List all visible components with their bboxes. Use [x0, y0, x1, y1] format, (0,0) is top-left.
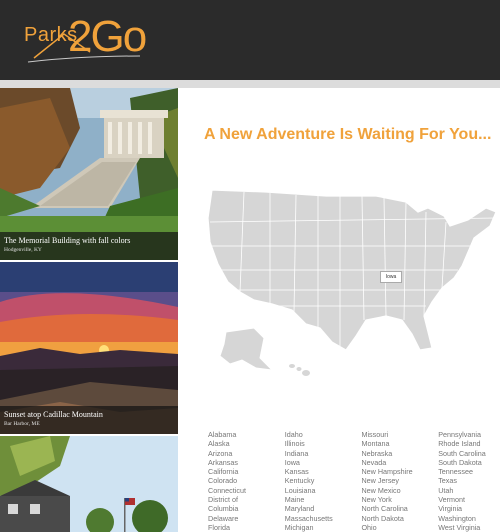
state-link[interactable]: Kansas: [285, 467, 362, 476]
state-column: Idaho Illinois Indiana Iowa Kansas Kentu…: [285, 430, 362, 532]
state-link[interactable]: Rhode Island: [438, 439, 498, 448]
state-link[interactable]: Utah: [438, 486, 498, 495]
state-link[interactable]: New Mexico: [361, 486, 438, 495]
main-content: A New Adventure Is Waiting For You... Io…: [180, 88, 500, 532]
state-link[interactable]: North Dakota: [361, 514, 438, 523]
state-link[interactable]: Florida: [208, 523, 285, 532]
state-link[interactable]: Montana: [361, 439, 438, 448]
state-link[interactable]: Pennsylvania: [438, 430, 498, 439]
state-link[interactable]: Ohio: [361, 523, 438, 532]
state-link[interactable]: Iowa: [285, 458, 362, 467]
photo-caption-title: Sunset atop Cadillac Mountain: [4, 410, 103, 419]
photo-caption-location: Bar Harbor, ME: [4, 421, 40, 427]
photo-caption-title: The Memorial Building with fall colors: [4, 236, 131, 245]
state-link[interactable]: District of: [208, 495, 285, 504]
state-link[interactable]: Columbia: [208, 504, 285, 513]
photo-card-cadillac-mountain[interactable]: Sunset atop Cadillac Mountain Bar Harbor…: [0, 262, 178, 434]
state-link[interactable]: Colorado: [208, 476, 285, 485]
state-link[interactable]: Arkansas: [208, 458, 285, 467]
header-divider: [0, 80, 500, 88]
state-link[interactable]: South Dakota: [438, 458, 498, 467]
state-link[interactable]: Connecticut: [208, 486, 285, 495]
photo-caption-location: Hodgenville, KY: [4, 247, 42, 253]
state-link[interactable]: Nevada: [361, 458, 438, 467]
state-link[interactable]: South Carolina: [438, 449, 498, 458]
state-link[interactable]: Maine: [285, 495, 362, 504]
photo-caption: Sunset atop Cadillac Mountain Bar Harbor…: [0, 406, 178, 434]
state-link[interactable]: New York: [361, 495, 438, 504]
state-list: Alabama Alaska Arizona Arkansas Californ…: [208, 430, 498, 532]
state-link[interactable]: Louisiana: [285, 486, 362, 495]
state-link[interactable]: Vermont: [438, 495, 498, 504]
site-header: Parks 2Go: [0, 0, 500, 80]
state-link[interactable]: Missouri: [361, 430, 438, 439]
state-link[interactable]: Texas: [438, 476, 498, 485]
state-column: Missouri Montana Nebraska Nevada New Ham…: [361, 430, 438, 532]
state-link[interactable]: Idaho: [285, 430, 362, 439]
state-link[interactable]: Alabama: [208, 430, 285, 439]
state-link[interactable]: North Carolina: [361, 504, 438, 513]
state-link[interactable]: New Hampshire: [361, 467, 438, 476]
state-column: Pennsylvania Rhode Island South Carolina…: [438, 430, 498, 532]
state-link[interactable]: New Jersey: [361, 476, 438, 485]
us-states-map[interactable]: [206, 182, 500, 382]
house-with-flag-photo: [0, 436, 178, 532]
parks2go-logo[interactable]: Parks 2Go: [20, 12, 170, 72]
state-link[interactable]: Michigan: [285, 523, 362, 532]
state-link[interactable]: California: [208, 467, 285, 476]
us-map-hawaii[interactable]: [289, 364, 310, 376]
state-link[interactable]: Tennessee: [438, 467, 498, 476]
state-link[interactable]: West Virginia: [438, 523, 498, 532]
photo-caption: The Memorial Building with fall colors H…: [0, 232, 178, 260]
state-link[interactable]: Kentucky: [285, 476, 362, 485]
page-headline: A New Adventure Is Waiting For You...: [204, 126, 492, 143]
state-link[interactable]: Virginia: [438, 504, 498, 513]
state-link[interactable]: Nebraska: [361, 449, 438, 458]
state-link[interactable]: Delaware: [208, 514, 285, 523]
logo-text-2go: 2Go: [68, 12, 147, 61]
state-link[interactable]: Washington: [438, 514, 498, 523]
map-state-tooltip: Iowa: [380, 271, 402, 283]
state-link[interactable]: Arizona: [208, 449, 285, 458]
photo-card-memorial-building[interactable]: The Memorial Building with fall colors H…: [0, 88, 178, 260]
state-link[interactable]: Maryland: [285, 504, 362, 513]
us-map-alaska[interactable]: [219, 327, 274, 371]
state-link[interactable]: Illinois: [285, 439, 362, 448]
state-link[interactable]: Indiana: [285, 449, 362, 458]
state-link[interactable]: Massachusetts: [285, 514, 362, 523]
state-column: Alabama Alaska Arizona Arkansas Californ…: [208, 430, 285, 532]
photo-card-house-flag[interactable]: [0, 436, 178, 532]
state-link[interactable]: Alaska: [208, 439, 285, 448]
photo-feed[interactable]: The Memorial Building with fall colors H…: [0, 88, 178, 532]
